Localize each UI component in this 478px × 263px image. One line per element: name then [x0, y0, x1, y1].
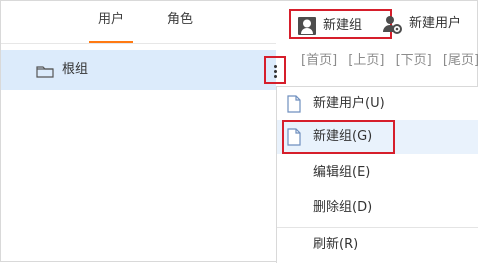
- document-icon: [287, 128, 301, 146]
- document-icon: [287, 95, 301, 113]
- menu-new-group-label: 新建组(G): [313, 129, 373, 144]
- menu-edit-group-label: 编辑组(E): [313, 165, 371, 180]
- tab-users[interactable]: 用户: [89, 1, 133, 43]
- menu-refresh-label: 刷新(R): [313, 237, 359, 252]
- group-actions-button[interactable]: [264, 56, 286, 84]
- menu-new-group[interactable]: 新建组(G): [277, 120, 478, 154]
- user-gear-icon: [383, 16, 402, 34]
- new-group-button[interactable]: 新建组: [289, 9, 392, 39]
- user-icon: [298, 17, 316, 35]
- tab-roles[interactable]: 角色: [158, 1, 202, 41]
- menu-new-user-label: 新建用户(U): [313, 96, 385, 111]
- more-dot-icon: [274, 70, 277, 73]
- menu-delete-group[interactable]: 删除组(D): [277, 191, 478, 225]
- menu-refresh[interactable]: 刷新(R): [277, 228, 478, 262]
- menu-edit-group[interactable]: 编辑组(E): [277, 156, 478, 190]
- more-dot-icon: [274, 65, 277, 68]
- folder-icon: [36, 66, 54, 78]
- menu-delete-group-label: 删除组(D): [313, 200, 373, 215]
- root-group-label: 根组: [62, 62, 89, 77]
- new-user-button-label: 新建用户: [409, 16, 462, 31]
- first-page-link[interactable]: [首页]: [301, 51, 337, 71]
- user-group-management-panel: 用户 角色 新建组 新建用户 根组 [首页] [上页] [下页] [尾页] 新建…: [0, 0, 478, 263]
- menu-new-user[interactable]: 新建用户(U): [277, 87, 478, 121]
- last-page-link[interactable]: [尾页]: [443, 51, 478, 71]
- more-dot-icon: [274, 75, 277, 78]
- pagination: [首页] [上页] [下页] [尾页]: [301, 51, 478, 71]
- group-context-menu: 新建用户(U) 新建组(G) 编辑组(E) 删除组(D) 刷新(R): [276, 86, 478, 263]
- new-group-button-label: 新建组: [323, 18, 363, 33]
- tree-divider: [1, 43, 276, 44]
- next-page-link[interactable]: [下页]: [396, 51, 432, 71]
- previous-page-link[interactable]: [上页]: [348, 51, 384, 71]
- new-user-button[interactable]: 新建用户: [381, 9, 477, 39]
